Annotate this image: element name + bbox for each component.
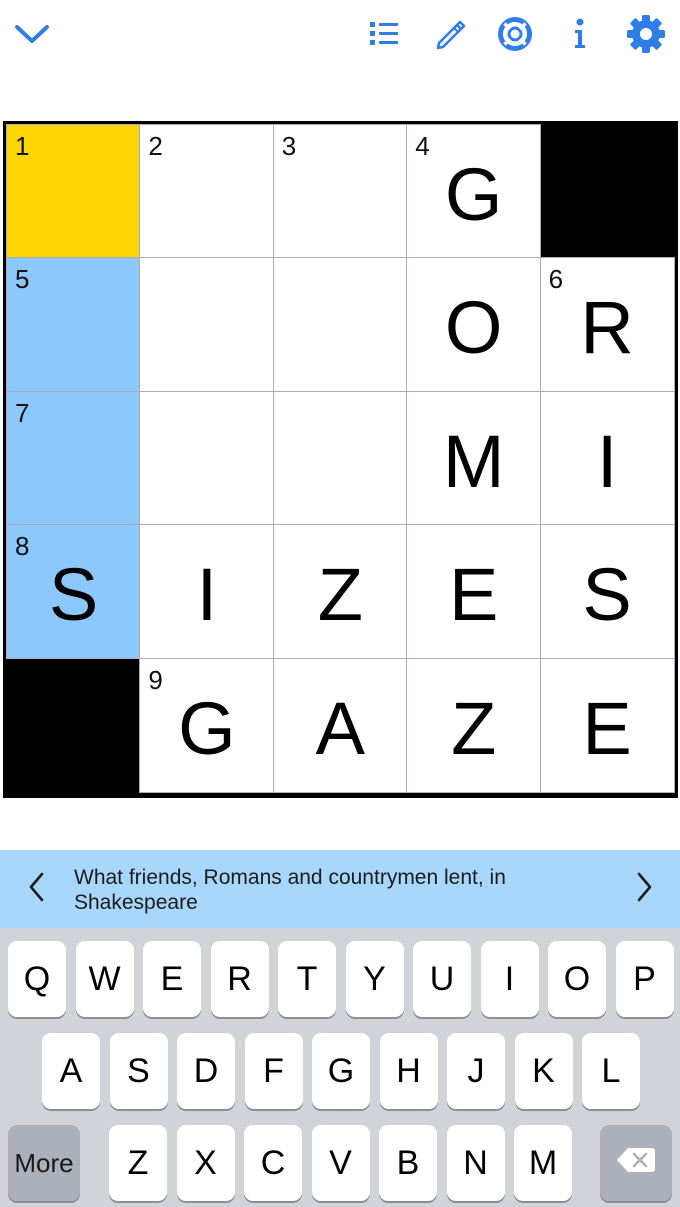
cell-letter: I bbox=[596, 419, 618, 503]
key-k[interactable]: K bbox=[514, 1033, 573, 1109]
pencil-button[interactable] bbox=[428, 10, 472, 58]
grid-cell[interactable]: E bbox=[539, 657, 675, 793]
grid-cell[interactable]: A bbox=[272, 657, 408, 793]
lifebuoy-icon bbox=[497, 16, 533, 52]
key-a[interactable]: A bbox=[42, 1033, 100, 1109]
clue-number: 9 bbox=[148, 664, 163, 695]
grid-cell[interactable]: 7 bbox=[6, 390, 141, 526]
key-j[interactable]: J bbox=[447, 1033, 505, 1109]
key-e[interactable]: E bbox=[143, 941, 201, 1017]
key-f[interactable]: F bbox=[244, 1033, 303, 1109]
key-z[interactable]: Z bbox=[109, 1125, 167, 1201]
cell-letter: E bbox=[449, 553, 499, 637]
info-icon bbox=[570, 17, 590, 51]
chevron-down-icon bbox=[14, 22, 50, 46]
next-clue-button[interactable] bbox=[614, 850, 674, 928]
cell-letter: E bbox=[582, 686, 632, 770]
grid-cell[interactable]: E bbox=[406, 524, 542, 660]
collapse-button[interactable] bbox=[10, 10, 54, 58]
cell-letter: Z bbox=[317, 553, 363, 637]
grid-cell[interactable]: O bbox=[406, 257, 542, 393]
cell-letter: M bbox=[442, 419, 505, 503]
clue-list-button[interactable] bbox=[362, 10, 406, 58]
key-h[interactable]: H bbox=[379, 1033, 438, 1109]
gear-icon bbox=[625, 13, 667, 55]
grid-cell[interactable]: 3 bbox=[272, 124, 408, 259]
key-d[interactable]: D bbox=[177, 1033, 235, 1109]
grid-cell[interactable]: 9G bbox=[139, 657, 275, 793]
clue-number: 3 bbox=[281, 131, 297, 161]
grid-cell[interactable] bbox=[139, 257, 275, 393]
pencil-icon bbox=[433, 17, 467, 51]
clue-number: 6 bbox=[548, 264, 564, 295]
keyboard: More QWERTYUIOP ASDFGHJKL ZXCVBNM bbox=[0, 928, 680, 1207]
grid-cell[interactable]: 8S bbox=[6, 524, 141, 660]
key-c[interactable]: C bbox=[244, 1125, 302, 1201]
clue-number: 7 bbox=[15, 397, 30, 428]
cell-letter: A bbox=[315, 686, 365, 770]
crossword-grid: 1234G5O6R7MI8SIZES9GAZE bbox=[3, 121, 678, 798]
black-square bbox=[540, 125, 674, 258]
backspace-icon bbox=[616, 1144, 656, 1183]
grid-cell[interactable]: M bbox=[406, 390, 542, 526]
list-icon bbox=[368, 19, 400, 49]
key-i[interactable]: I bbox=[480, 941, 539, 1017]
clue-number: 5 bbox=[15, 264, 30, 295]
more-key[interactable]: More bbox=[8, 1125, 80, 1201]
key-p[interactable]: P bbox=[615, 941, 674, 1017]
clue-number: 8 bbox=[15, 531, 30, 562]
grid-cell[interactable] bbox=[272, 257, 408, 393]
cell-letter: S bbox=[582, 553, 632, 637]
grid-cell[interactable] bbox=[272, 390, 408, 526]
key-r[interactable]: R bbox=[210, 941, 269, 1017]
info-button[interactable] bbox=[558, 10, 602, 58]
help-button[interactable] bbox=[493, 10, 537, 58]
black-square bbox=[7, 658, 140, 792]
clue-text: What friends, Romans and countrymen lent… bbox=[74, 866, 506, 914]
key-x[interactable]: X bbox=[176, 1125, 235, 1201]
backspace-key[interactable] bbox=[600, 1125, 672, 1201]
cell-letter: G bbox=[444, 153, 503, 236]
cell-letter: Z bbox=[451, 686, 497, 770]
chevron-right-icon bbox=[634, 870, 654, 909]
key-s[interactable]: S bbox=[109, 1033, 168, 1109]
key-g[interactable]: G bbox=[312, 1033, 370, 1109]
clue-number: 4 bbox=[415, 131, 430, 161]
key-n[interactable]: N bbox=[446, 1125, 505, 1201]
grid-cell[interactable]: I bbox=[139, 524, 275, 660]
cell-letter: I bbox=[196, 553, 218, 637]
grid-cell[interactable]: 5 bbox=[6, 257, 141, 393]
grid-cell[interactable]: Z bbox=[272, 524, 408, 660]
settings-button[interactable] bbox=[624, 10, 668, 58]
key-b[interactable]: B bbox=[379, 1125, 437, 1201]
clue-number: 1 bbox=[15, 131, 30, 161]
grid-cell[interactable]: S bbox=[539, 524, 675, 660]
grid-cell[interactable]: I bbox=[539, 390, 675, 526]
grid-cell[interactable]: 4G bbox=[406, 124, 542, 259]
grid-cell[interactable]: 1 bbox=[6, 124, 141, 259]
cell-letter: R bbox=[580, 286, 634, 370]
cell-letter: S bbox=[48, 553, 99, 637]
key-y[interactable]: Y bbox=[345, 941, 404, 1017]
key-u[interactable]: U bbox=[413, 941, 471, 1017]
key-q[interactable]: Q bbox=[8, 941, 66, 1017]
key-l[interactable]: L bbox=[582, 1033, 640, 1109]
clue-bar: What friends, Romans and countrymen lent… bbox=[0, 850, 680, 928]
previous-clue-button[interactable] bbox=[7, 850, 67, 928]
key-m[interactable]: M bbox=[514, 1125, 572, 1201]
grid-cell[interactable]: 6R bbox=[539, 257, 675, 393]
key-v[interactable]: V bbox=[311, 1125, 370, 1201]
chevron-left-icon bbox=[27, 870, 47, 909]
toolbar bbox=[0, 0, 680, 75]
key-w[interactable]: W bbox=[75, 941, 134, 1017]
cell-letter: G bbox=[178, 686, 236, 770]
cell-letter: O bbox=[444, 286, 503, 370]
key-o[interactable]: O bbox=[548, 941, 606, 1017]
grid-cell[interactable]: Z bbox=[406, 657, 542, 793]
key-t[interactable]: T bbox=[278, 941, 336, 1017]
clue-number: 2 bbox=[148, 131, 163, 161]
grid-cell[interactable]: 2 bbox=[139, 124, 275, 259]
grid-cell[interactable] bbox=[139, 390, 275, 526]
